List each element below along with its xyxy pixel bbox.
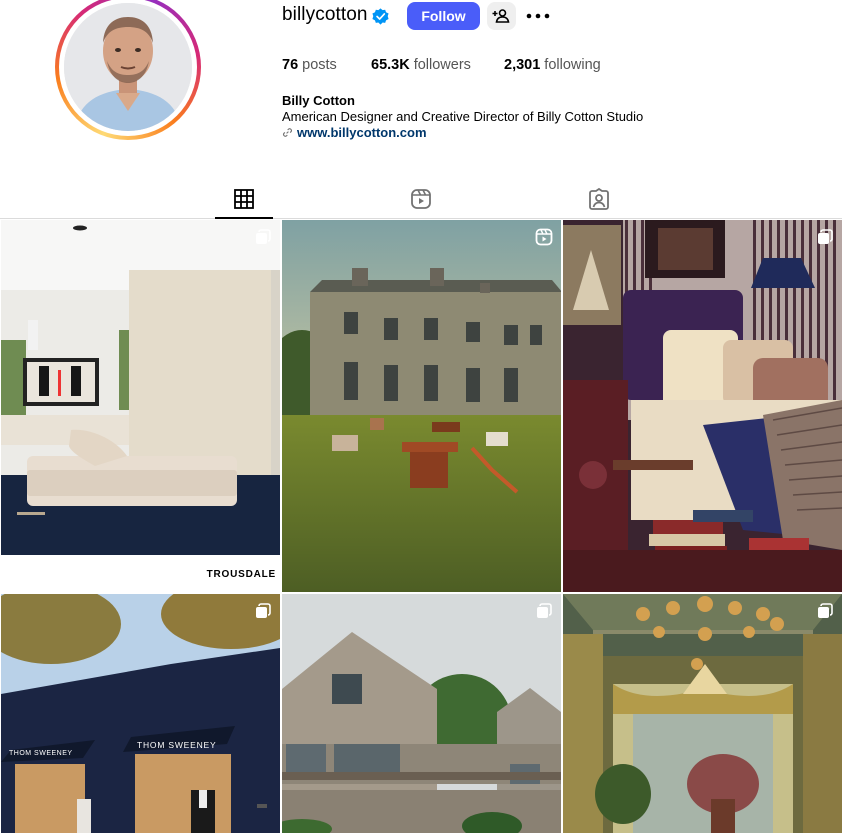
tagged-icon xyxy=(589,187,609,210)
awning-sign-left: THOM SWEENEY xyxy=(9,750,73,757)
reel-icon xyxy=(535,228,553,246)
post-image-bedroom xyxy=(563,220,842,592)
carousel-icon xyxy=(256,603,271,618)
tab-posts[interactable] xyxy=(232,187,256,211)
post-tile-5[interactable] xyxy=(282,594,561,833)
bio-description: American Designer and Creative Director … xyxy=(282,109,644,124)
avatar-portrait xyxy=(64,3,192,131)
more-options-button[interactable] xyxy=(525,4,551,28)
tabs-divider xyxy=(0,218,842,219)
post-image-shingle-house xyxy=(282,594,561,833)
tab-reels[interactable] xyxy=(409,187,433,211)
grid-icon xyxy=(234,189,254,209)
tab-tagged[interactable] xyxy=(587,187,611,211)
bio-full-name: Billy Cotton xyxy=(282,93,355,108)
add-person-icon xyxy=(492,9,510,23)
followers-link[interactable]: 65.3K followers xyxy=(371,57,471,73)
posts-count: 76 posts xyxy=(282,57,337,73)
verified-badge-icon xyxy=(372,8,389,25)
reels-icon xyxy=(411,189,431,209)
carousel-icon xyxy=(818,229,833,244)
post-tile-3[interactable] xyxy=(563,220,842,592)
post-image-chandelier-room xyxy=(563,594,842,833)
post-caption-banner: TROUSDALE xyxy=(1,555,280,592)
profile-username: billycotton xyxy=(282,4,368,25)
bio-website-link[interactable]: www.billycotton.com xyxy=(282,125,427,140)
suggested-accounts-button[interactable] xyxy=(487,2,516,30)
profile-avatar-ring[interactable] xyxy=(55,0,201,140)
post-tile-2[interactable] xyxy=(282,220,561,592)
carousel-icon xyxy=(818,603,833,618)
post-image-manor-lawn xyxy=(282,220,561,592)
post-image-storefront xyxy=(1,594,280,833)
carousel-icon xyxy=(256,229,271,244)
post-tile-1[interactable]: TROUSDALE xyxy=(1,220,280,592)
profile-avatar[interactable] xyxy=(64,3,192,131)
post-tile-4[interactable]: THOM SWEENEY THOM SWEENEY xyxy=(1,594,280,833)
carousel-icon xyxy=(537,603,552,618)
follow-button[interactable]: Follow xyxy=(407,2,480,30)
ellipsis-icon xyxy=(526,13,550,19)
link-icon xyxy=(283,128,292,137)
following-link[interactable]: 2,301 following xyxy=(504,57,601,73)
post-image-living-room xyxy=(1,220,280,592)
awning-sign-right: THOM SWEENEY xyxy=(137,740,217,750)
post-tile-6[interactable] xyxy=(563,594,842,833)
active-tab-indicator xyxy=(215,217,273,219)
